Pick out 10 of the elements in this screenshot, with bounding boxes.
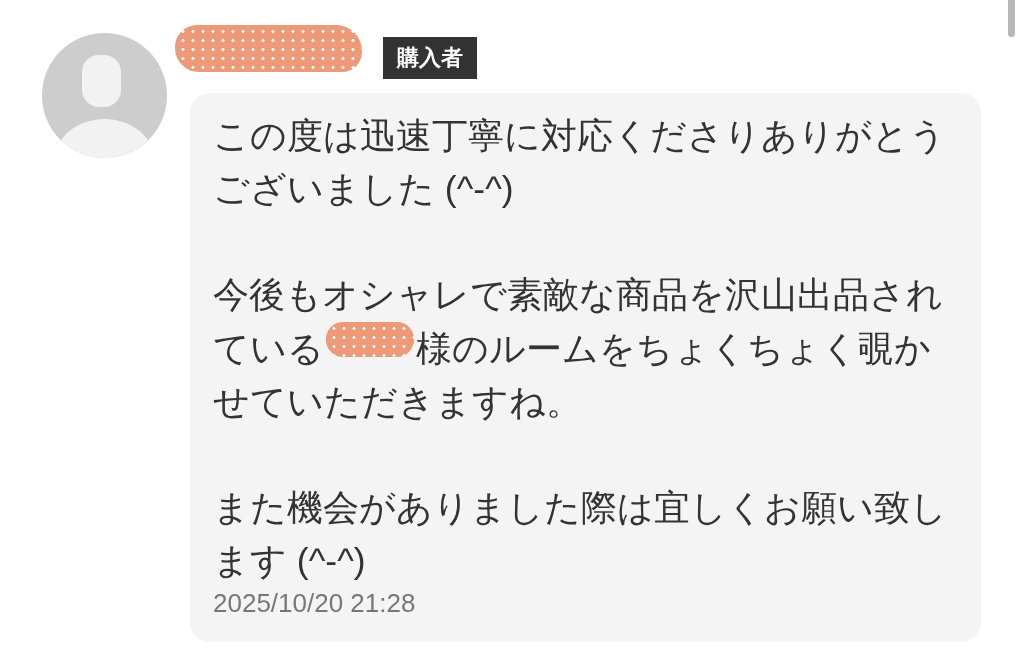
scrollbar-thumb[interactable] bbox=[1008, 0, 1015, 37]
buyer-badge: 購入者 bbox=[383, 37, 477, 79]
message-text: せていただきますね。 bbox=[213, 382, 582, 422]
timestamp: 2025/10/20 21:28 bbox=[213, 588, 417, 618]
avatar-icon bbox=[42, 33, 167, 158]
message-text: 今後もオシャレで素敵な商品を沢山出品され bbox=[213, 275, 943, 315]
message-text: 様のルームをちょくちょく覗か bbox=[416, 329, 931, 369]
message-text: ている bbox=[213, 329, 324, 369]
message-text: また機会がありました際は宜しくお願い致します (^-^) bbox=[213, 488, 947, 581]
message-text: この度は迅速丁寧に対応くださりありがとうございました (^-^) bbox=[213, 116, 946, 209]
